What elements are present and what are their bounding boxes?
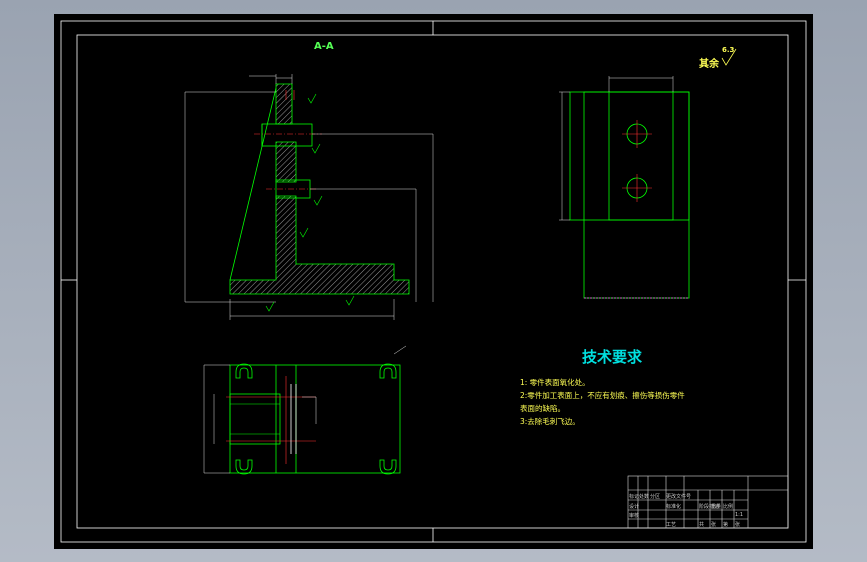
tb-cell: 比例: [723, 504, 734, 510]
outer-frame: [60, 20, 807, 543]
drawing-sheet: A-A 其余 6.3 技术要求 1: 零件表面氧化处。 2:零件加工表面上，不应…: [54, 14, 813, 549]
tb-cell: 处数: [639, 494, 650, 500]
tb-cell: 审核: [629, 513, 640, 519]
tb-cell: 共: [699, 522, 705, 528]
tech-requirements-title: 技术要求: [582, 348, 643, 366]
tb-cell: 设计: [629, 504, 640, 510]
top-view: [203, 345, 407, 475]
cad-drawing-canvas: [60, 20, 807, 543]
tb-cell: 分区: [650, 494, 661, 500]
tb-cell: 标记: [629, 494, 640, 500]
tb-cell: 张: [711, 522, 717, 528]
tb-cell: 更改文件号: [666, 494, 692, 500]
tb-cell: 第: [723, 522, 729, 528]
cad-viewport[interactable]: A-A 其余 6.3 技术要求 1: 零件表面氧化处。 2:零件加工表面上，不应…: [0, 0, 867, 562]
section-view: [184, 74, 434, 320]
title-block-grid: [627, 475, 789, 529]
tech-requirement-2-cont: 表面的缺陷。: [520, 404, 565, 413]
roughness-label: 其余: [699, 59, 719, 70]
tech-requirement-1: 1: 零件表面氧化处。: [520, 378, 590, 387]
tb-cell: 标准化: [666, 504, 682, 510]
tb-cell: 张: [735, 522, 741, 528]
tech-requirement-3: 3:去除毛刺飞边。: [520, 417, 580, 426]
tech-requirement-2: 2:零件加工表面上，不应有划痕、擦伤等损伤零件: [520, 391, 685, 400]
tb-cell: 1:1: [735, 512, 744, 518]
inner-frame: [76, 34, 789, 529]
tb-cell: 重量: [711, 504, 722, 510]
centering-marks: [61, 21, 806, 542]
side-view: [559, 76, 690, 299]
tb-cell: 工艺: [666, 522, 677, 528]
roughness-value: 6.3: [722, 46, 735, 54]
section-label: A-A: [314, 41, 334, 52]
